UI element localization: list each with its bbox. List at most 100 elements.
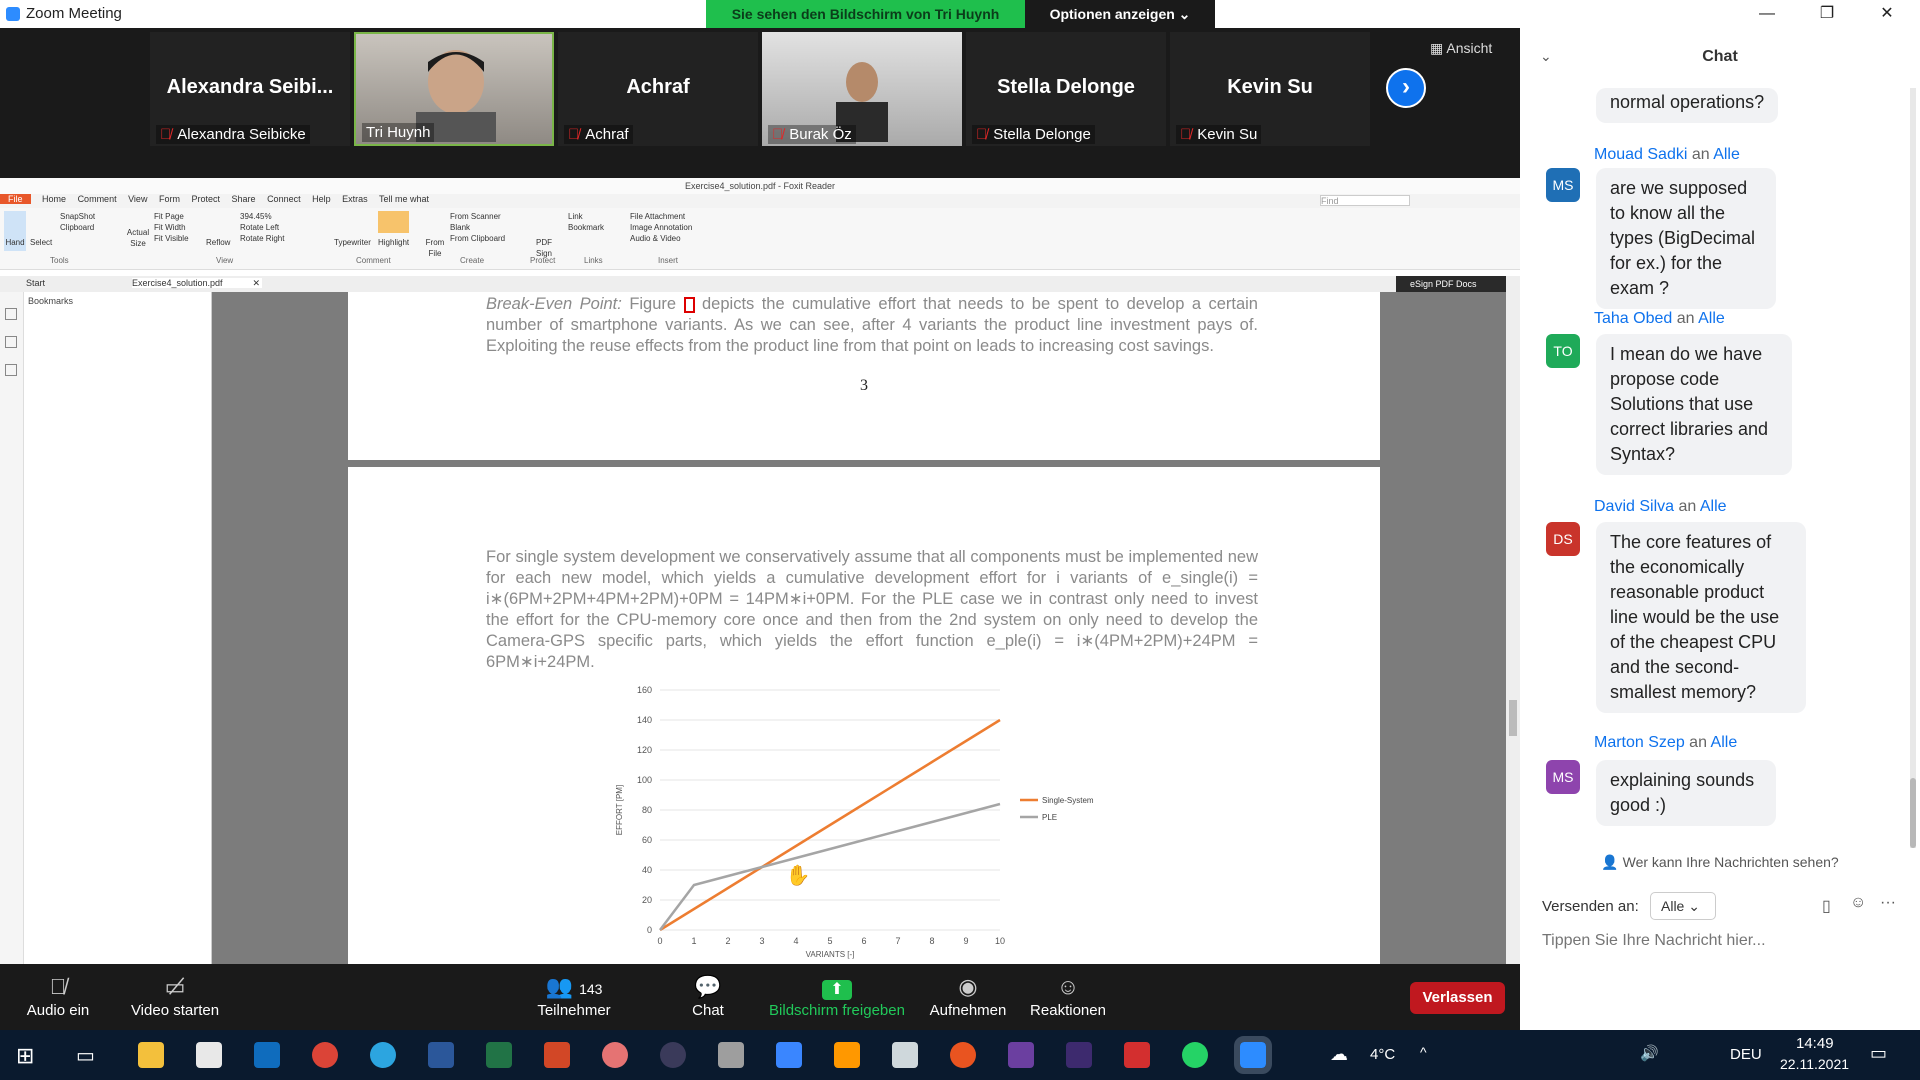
snapshot-button[interactable]: SnapShot: [60, 211, 95, 222]
speaker-icon[interactable]: 🔊: [1640, 1044, 1659, 1062]
view-button[interactable]: ▦ Ansicht: [1430, 40, 1520, 57]
emoji-icon[interactable]: ☺: [1850, 894, 1866, 912]
from-scanner-button[interactable]: From Scanner: [450, 211, 505, 222]
menu-form[interactable]: Form: [159, 194, 180, 204]
fit-width-button[interactable]: Fit Width: [154, 222, 189, 233]
tray-chevron-icon[interactable]: ^: [1420, 1044, 1427, 1060]
menu-extras[interactable]: Extras: [342, 194, 368, 204]
actual-size-button[interactable]: Actual Size: [126, 211, 150, 249]
tell-me-search[interactable]: Tell me what: [379, 194, 429, 204]
from-clipboard-button[interactable]: From Clipboard: [450, 233, 505, 244]
who-can-see-link[interactable]: 👤 Wer kann Ihre Nachrichten sehen?: [1520, 854, 1920, 871]
menu-help[interactable]: Help: [312, 194, 331, 204]
next-page-button[interactable]: ›: [1386, 68, 1426, 108]
fit-visible-button[interactable]: Fit Visible: [154, 233, 189, 244]
from-file-button[interactable]: From File: [424, 211, 446, 259]
app-icon[interactable]: [602, 1042, 628, 1068]
send-to-select[interactable]: Alle ⌄: [1650, 892, 1716, 920]
find-input[interactable]: Find: [1320, 195, 1410, 206]
figure-link-box[interactable]: [683, 296, 695, 313]
comments-panel-icon[interactable]: [5, 364, 17, 376]
security-app-icon[interactable]: [660, 1042, 686, 1068]
image-annotation-button[interactable]: Image Annotation: [630, 222, 692, 233]
acrobat-icon[interactable]: [1124, 1042, 1150, 1068]
minimize-icon[interactable]: —: [1752, 3, 1782, 25]
word-icon[interactable]: [428, 1042, 454, 1068]
menu-home[interactable]: Home: [42, 194, 66, 204]
typewriter-button[interactable]: Typewriter: [334, 211, 371, 248]
audio-button[interactable]: 🎙̸ Audio ein: [20, 974, 96, 1019]
tab-document[interactable]: Exercise4_solution.pdf ✕: [132, 278, 262, 288]
pdf-scrollbar[interactable]: [1506, 292, 1520, 964]
reflow-button[interactable]: Reflow: [206, 211, 230, 248]
whatsapp-icon[interactable]: [1182, 1042, 1208, 1068]
file-attachment-button[interactable]: File Attachment: [630, 211, 692, 222]
bookmark-button[interactable]: Bookmark: [568, 222, 604, 233]
participants-button[interactable]: 👥 143 Teilnehmer: [532, 974, 616, 1019]
ubuntu-icon[interactable]: [950, 1042, 976, 1068]
blank-button[interactable]: Blank: [450, 222, 505, 233]
tab-start[interactable]: Start: [26, 278, 45, 288]
hand-tool-button[interactable]: Hand: [4, 211, 26, 251]
participant-tile[interactable]: Achraf 🎙̸ Achraf: [558, 32, 758, 146]
leave-button[interactable]: Verlassen: [1410, 982, 1505, 1014]
participant-tile[interactable]: Kevin Su 🎙̸ Kevin Su: [1170, 32, 1370, 146]
ide-icon[interactable]: [1066, 1042, 1092, 1068]
menu-connect[interactable]: Connect: [267, 194, 301, 204]
menu-share[interactable]: Share: [232, 194, 256, 204]
store-icon[interactable]: [196, 1042, 222, 1068]
powerpoint-icon[interactable]: [544, 1042, 570, 1068]
file-icon[interactable]: ▯: [1822, 896, 1831, 916]
close-tab-icon[interactable]: ✕: [252, 278, 260, 289]
bookmark-panel-icon[interactable]: [5, 308, 17, 320]
video-button[interactable]: ▭̸ Video starten: [124, 974, 226, 1019]
clipboard-button[interactable]: Clipboard: [60, 222, 95, 233]
view-options-button[interactable]: Optionen anzeigen ⌄: [1025, 0, 1215, 28]
participant-tile[interactable]: Alexandra Seibi... 🎙̸ Alexandra Seibicke: [150, 32, 350, 146]
participant-tile-active-speaker[interactable]: Tri Huynh: [354, 32, 554, 146]
audio-video-button[interactable]: Audio & Video: [630, 233, 692, 244]
file-explorer-icon[interactable]: [138, 1042, 164, 1068]
rotate-left-button[interactable]: Rotate Left: [240, 222, 284, 233]
chat-message-input[interactable]: [1542, 932, 1882, 950]
participant-tile[interactable]: 🎙̸ Burak Öz: [762, 32, 962, 146]
telegram-icon[interactable]: [370, 1042, 396, 1068]
excel-icon[interactable]: [486, 1042, 512, 1068]
todo-icon[interactable]: [776, 1042, 802, 1068]
notifications-icon[interactable]: ▭: [1870, 1043, 1887, 1064]
outlook-icon[interactable]: [254, 1042, 280, 1068]
pages-panel-icon[interactable]: [5, 336, 17, 348]
share-screen-button[interactable]: ⬆ Bildschirm freigeben: [766, 974, 908, 1019]
menu-view[interactable]: View: [128, 194, 147, 204]
rotate-right-button[interactable]: Rotate Right: [240, 233, 284, 244]
zoom-input[interactable]: 394.45%: [240, 211, 284, 222]
link-button[interactable]: Link: [568, 211, 604, 222]
sublime-icon[interactable]: [834, 1042, 860, 1068]
participant-tile[interactable]: Stella Delonge 🎙̸ Stella Delonge: [966, 32, 1166, 146]
task-view-icon[interactable]: ▭: [76, 1043, 95, 1068]
more-icon[interactable]: ···: [1880, 894, 1896, 912]
input-language[interactable]: DEU: [1730, 1046, 1762, 1063]
fit-page-button[interactable]: Fit Page: [154, 211, 189, 222]
select-tool-button[interactable]: Select: [30, 211, 52, 248]
record-button[interactable]: ◉ Aufnehmen: [928, 974, 1008, 1019]
menu-comment[interactable]: Comment: [78, 194, 117, 204]
highlight-button[interactable]: Highlight: [378, 211, 410, 248]
chat-button[interactable]: 💬 Chat: [690, 974, 726, 1019]
reactions-button[interactable]: ☺ Reaktionen: [1028, 974, 1108, 1019]
menu-protect[interactable]: Protect: [191, 194, 220, 204]
clock-date[interactable]: 22.11.2021: [1780, 1056, 1849, 1072]
clock-time[interactable]: 14:49: [1796, 1035, 1834, 1052]
esign-button[interactable]: eSign PDF Docs: [1396, 276, 1506, 292]
windows-start-icon[interactable]: ⊞: [16, 1043, 34, 1069]
pdf-sign-button[interactable]: PDF Sign: [534, 211, 554, 259]
menu-file[interactable]: File: [0, 194, 31, 204]
chrome-icon[interactable]: [312, 1042, 338, 1068]
chat-scrollbar[interactable]: [1910, 88, 1916, 848]
zoom-taskbar-icon[interactable]: [1234, 1036, 1272, 1074]
close-icon[interactable]: ✕: [1872, 3, 1902, 25]
slack-icon[interactable]: [1008, 1042, 1034, 1068]
restore-icon[interactable]: ❐: [1812, 3, 1842, 25]
tools-icon[interactable]: [892, 1042, 918, 1068]
calculator-icon[interactable]: [718, 1042, 744, 1068]
